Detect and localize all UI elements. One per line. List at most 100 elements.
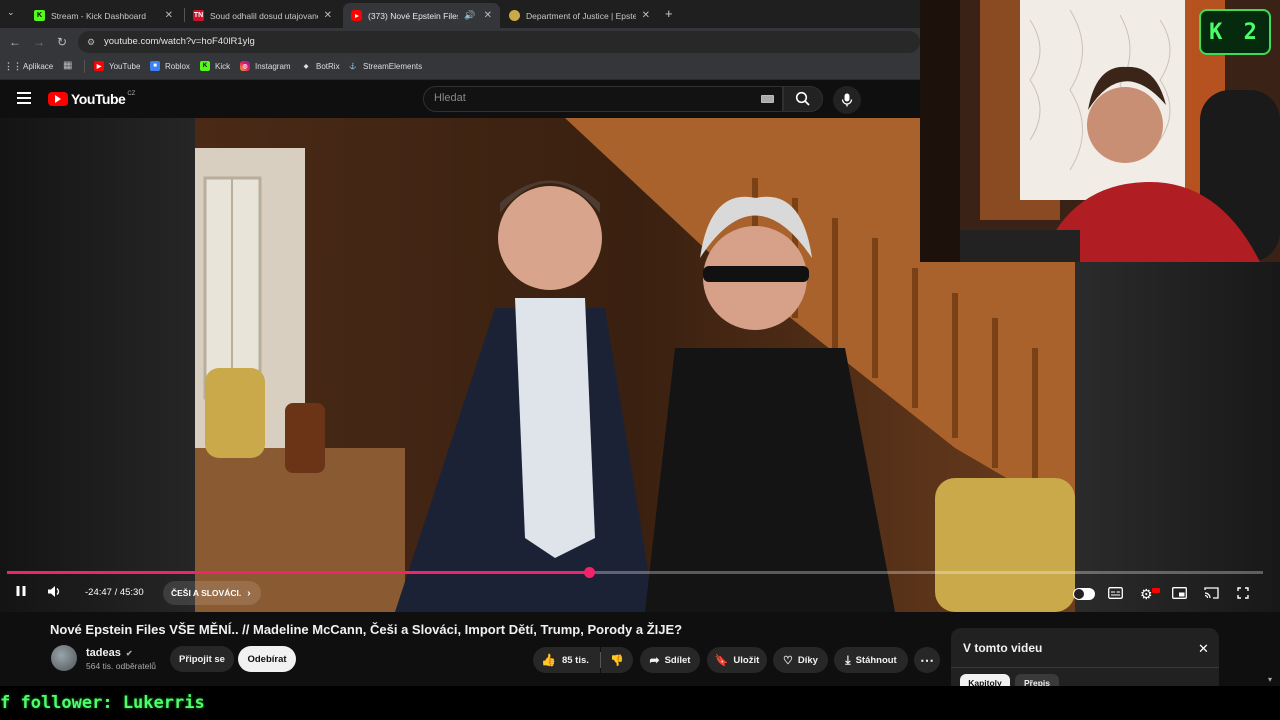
youtube-logo[interactable]: YouTube CZ	[48, 91, 135, 107]
close-icon[interactable]: ✕	[476, 10, 492, 21]
youtube-icon	[351, 10, 362, 21]
new-tab-button[interactable]: +	[665, 6, 673, 21]
settings-button[interactable]: ⚙	[1140, 586, 1153, 603]
search-box[interactable]	[423, 86, 783, 112]
forward-icon[interactable]: →	[33, 35, 45, 49]
share-label: Sdílet	[664, 654, 691, 666]
bookmark-label: Aplikace	[23, 61, 54, 71]
download-icon: ⤓	[845, 652, 851, 667]
bookmark-label: YouTube	[109, 61, 141, 71]
bookmark-icon: 🔖	[714, 654, 729, 667]
save-label: Uložit	[733, 654, 760, 666]
tab-groups-icon[interactable]: ▦	[63, 60, 72, 71]
close-icon[interactable]: ✕	[636, 10, 650, 21]
tab-search-chevron-icon[interactable]: ⌄	[7, 7, 15, 18]
bookmark-label: BotRix	[316, 61, 340, 71]
share-button[interactable]: ➦ Sdílet	[640, 647, 700, 673]
close-icon[interactable]: ✕	[159, 10, 173, 21]
join-button[interactable]: Připojit se	[170, 646, 234, 672]
voice-search-button[interactable]	[833, 86, 861, 114]
bookmark-youtube[interactable]: ▶ YouTube	[94, 61, 140, 71]
tab-tn-article[interactable]: TN Soud odhalil dosud utajované d ✕	[185, 3, 340, 28]
time-display: -24:47 / 45:30	[85, 587, 144, 598]
panel-divider	[951, 667, 1219, 668]
k2-badge-logo: K 2	[1199, 9, 1271, 55]
bookmark-label: Instagram	[255, 61, 291, 71]
youtube-play-icon	[48, 92, 68, 106]
chapter-button[interactable]: ČEŠI A SLOVÁCI. ›	[163, 581, 261, 605]
menu-icon[interactable]	[17, 92, 31, 104]
panel-title: V tomto videu	[963, 641, 1043, 655]
thumbs-down-icon: 👎	[610, 654, 624, 667]
progress-scrubber-handle[interactable]	[583, 567, 595, 578]
site-info-icon[interactable]: ⚙	[87, 37, 95, 48]
channel-name[interactable]: tadeas ✔	[86, 647, 133, 659]
tab-youtube-video[interactable]: (373) Nové Epstein Files VŠ 🔊 ✕	[343, 3, 500, 28]
tab-kick-dashboard[interactable]: K Stream - Kick Dashboard ✕	[26, 3, 181, 28]
thanks-heart-icon: ♡	[783, 654, 793, 667]
like-button[interactable]: 👍 85 tis.	[533, 647, 600, 673]
progress-bar-fill	[7, 571, 589, 574]
bookmark-instagram[interactable]: ◎ Instagram	[240, 61, 291, 71]
bookmark-streamelements[interactable]: ⚓ StreamElements	[348, 61, 422, 71]
bookmark-label: StreamElements	[363, 61, 423, 71]
cast-icon	[1204, 587, 1219, 599]
subscriber-count: 564 tis. odběratelů	[86, 661, 156, 671]
channel-avatar[interactable]	[51, 645, 77, 671]
more-actions-button[interactable]: ⋯	[914, 647, 940, 673]
player-letterbox-right	[1075, 262, 1280, 612]
tn-icon: TN	[193, 10, 204, 21]
fullscreen-button[interactable]	[1237, 587, 1249, 599]
channel-name-text: tadeas	[86, 647, 121, 659]
bookmark-roblox[interactable]: ■ Roblox	[150, 61, 190, 71]
logo-text: YouTube	[71, 91, 126, 107]
instagram-icon: ◎	[240, 61, 250, 71]
pause-button[interactable]	[15, 585, 27, 597]
bookmark-label: Kick	[215, 61, 231, 71]
autoplay-toggle[interactable]	[1073, 588, 1095, 600]
dislike-button[interactable]: 👎	[601, 647, 633, 673]
mute-button[interactable]	[47, 585, 62, 598]
hd-badge-icon	[1152, 588, 1160, 593]
search-input[interactable]: Hledat	[434, 92, 466, 104]
save-button[interactable]: 🔖 Uložit	[707, 647, 767, 673]
like-count: 85 tis.	[561, 654, 589, 666]
close-icon[interactable]: ✕	[318, 10, 332, 21]
speaker-icon[interactable]: 🔊	[464, 10, 475, 21]
pause-icon	[16, 586, 26, 596]
bookmark-divider	[84, 60, 85, 73]
close-icon[interactable]: ✕	[1198, 641, 1209, 657]
cast-button[interactable]	[1204, 587, 1219, 599]
chevron-right-icon: ›	[247, 587, 251, 599]
verified-icon: ✔	[125, 649, 133, 658]
apps-grid-icon: ⋮⋮	[4, 60, 22, 71]
keyboard-icon[interactable]	[761, 95, 774, 103]
follower-alert: f follower: Lukerris	[0, 693, 205, 713]
tab-department-of-justice[interactable]: Department of Justice | Epstein ✕	[501, 3, 658, 28]
search-button[interactable]	[783, 86, 823, 112]
botrix-icon: ◆	[303, 63, 309, 70]
reload-icon[interactable]: ↻	[57, 35, 67, 49]
roblox-icon: ■	[150, 61, 160, 71]
more-icon: ⋯	[920, 651, 934, 668]
bookmark-botrix[interactable]: ◆ BotRix	[301, 61, 340, 71]
youtube-icon: ▶	[94, 61, 104, 71]
miniplayer-button[interactable]	[1172, 587, 1187, 599]
video-title: Nové Epstein Files VŠE MĚNÍ.. // Madelin…	[50, 622, 683, 637]
download-label: Stáhnout	[855, 654, 897, 666]
download-button[interactable]: ⤓ Stáhnout	[834, 647, 908, 673]
toggle-knob	[1074, 589, 1084, 599]
thanks-button[interactable]: ♡ Díky	[773, 647, 828, 673]
scroll-down-arrow-icon[interactable]: ▾	[1268, 675, 1272, 684]
subscribe-button[interactable]: Odebírat	[238, 646, 296, 672]
player-letterbox-left	[0, 118, 195, 612]
url-text[interactable]: youtube.com/watch?v=hoF40lR1ylg	[104, 36, 255, 47]
thanks-label: Díky	[797, 654, 818, 666]
chapter-title: ČEŠI A SLOVÁCI.	[171, 588, 242, 598]
tab-title: Department of Justice | Epstein	[526, 10, 636, 21]
bookmark-apps[interactable]: ⋮⋮ Aplikace	[4, 60, 54, 71]
thumbs-up-icon: 👍	[541, 653, 556, 667]
bookmark-kick[interactable]: K Kick	[200, 61, 230, 71]
subtitles-button[interactable]	[1108, 587, 1123, 599]
back-icon[interactable]: ←	[9, 35, 21, 49]
